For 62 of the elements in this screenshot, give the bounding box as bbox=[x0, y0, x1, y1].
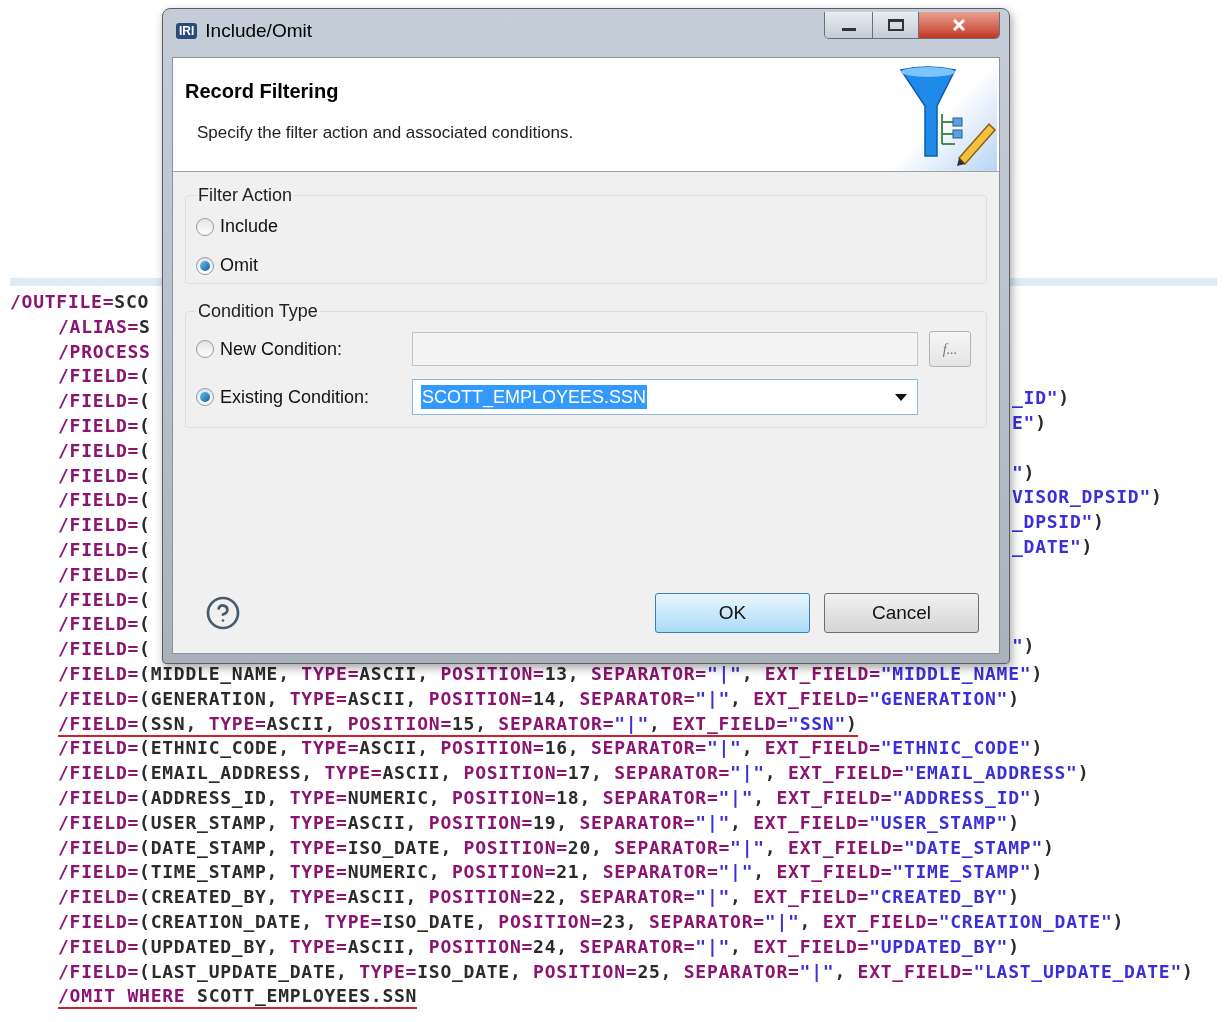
code-line: /FIELD=( bbox=[58, 563, 151, 587]
code-line: /FIELD=( bbox=[58, 390, 151, 414]
code-line: /FIELD=(EMAIL_ADDRESS, TYPE=ASCII, POSITION=17, SEPARATOR="|", EXT_FIELD="EMAIL_ADDRESS") bbox=[58, 762, 1090, 786]
radio-button[interactable] bbox=[196, 340, 214, 358]
code-line: /FIELD=( bbox=[58, 365, 151, 389]
code-line: /FIELD=( bbox=[58, 514, 151, 538]
condition-input-field[interactable] bbox=[412, 332, 918, 366]
code-line: /FIELD=( bbox=[58, 489, 151, 513]
radio-button[interactable] bbox=[196, 388, 214, 406]
code-line: /FIELD=(TIME_STAMP, TYPE=NUMERIC, POSITION=21, SEPARATOR="|", EXT_FIELD="TIME_STAMP") bbox=[58, 861, 1043, 885]
help-icon[interactable] bbox=[205, 595, 241, 631]
code-line: /OMIT WHERE SCOTT_EMPLOYEES.SSN bbox=[58, 985, 418, 1010]
code-line: /FIELD=( bbox=[58, 464, 151, 488]
radio-button[interactable] bbox=[196, 256, 214, 275]
code-line: ") bbox=[1012, 635, 1037, 658]
code-line: /FIELD=(ETHNIC_CODE, TYPE=ASCII, POSITION=16, SEPARATOR="|", EXT_FIELD="ETHNIC_CODE") bbox=[58, 737, 1043, 761]
code-line: /FIELD=( bbox=[58, 613, 151, 637]
code-line: /PROCESS bbox=[58, 340, 151, 364]
group-label: Filter Action bbox=[197, 184, 294, 207]
code-line: /FIELD=(CREATION_DATE, TYPE=ISO_DATE, POSITION=23, SEPARATOR="|", EXT_FIELD="CREATION_DATE") bbox=[58, 910, 1125, 934]
code-line: /FIELD=(MIDDLE_NAME, TYPE=ASCII, POSITION=13, SEPARATOR="|", EXT_FIELD="MIDDLE_NAME") bbox=[58, 662, 1043, 686]
radio-label: Omit bbox=[220, 254, 258, 277]
maximize-button[interactable] bbox=[873, 12, 919, 38]
code-line: /FIELD=(GENERATION, TYPE=ASCII, POSITION=14, SEPARATOR="|", EXT_FIELD="GENERATION") bbox=[58, 687, 1020, 711]
dropdown-caret-icon bbox=[895, 393, 907, 401]
code-line: _DPSID") bbox=[1012, 511, 1106, 534]
group-label: Condition Type bbox=[197, 300, 319, 323]
code-line: VISOR_DPSID") bbox=[1012, 486, 1164, 509]
radio-label: Existing Condition: bbox=[220, 385, 370, 409]
code-line: /FIELD=(USER_STAMP, TYPE=ASCII, POSITION=19, SEPARATOR="|", EXT_FIELD="USER_STAMP") bbox=[58, 811, 1020, 835]
maximize-icon bbox=[887, 19, 904, 31]
dialog-button[interactable]: OK bbox=[655, 593, 810, 633]
code-line: /FIELD=(SSN, TYPE=ASCII, POSITION=15, SEPARATOR="|", EXT_FIELD="SSN") bbox=[58, 712, 858, 737]
radio-label: New Condition: bbox=[220, 337, 343, 361]
radio-button[interactable] bbox=[196, 217, 214, 236]
close-button[interactable] bbox=[919, 12, 999, 38]
close-icon bbox=[952, 19, 966, 31]
code-line: ") bbox=[1012, 461, 1037, 484]
function-button[interactable]: f... bbox=[929, 331, 971, 367]
code-line: E") bbox=[1012, 412, 1048, 434]
code-line: /FIELD=( bbox=[58, 638, 151, 662]
code-line: /FIELD=( bbox=[58, 588, 151, 612]
code-line: /FIELD=(LAST_UPDATE_DATE, TYPE=ISO_DATE, POSITION=25, SEPARATOR="|", EXT_FIELD="LAST_UPDATE_DATE") bbox=[58, 960, 1194, 984]
code-line: /FIELD=( bbox=[58, 538, 151, 562]
header-description: Specify the filter action and associated conditions. bbox=[196, 122, 574, 144]
header-title: Record Filtering bbox=[185, 79, 340, 104]
window-title: Include/Omit bbox=[205, 18, 312, 43]
minimize-button[interactable] bbox=[825, 12, 873, 38]
code-line: /FIELD=(UPDATED_BY, TYPE=ASCII, POSITION=24, SEPARATOR="|", EXT_FIELD="UPDATED_BY") bbox=[58, 935, 1020, 959]
code-line: /ALIAS=S bbox=[58, 315, 151, 339]
code-line: /FIELD=(CREATED_BY, TYPE=ASCII, POSITION=22, SEPARATOR="|", EXT_FIELD="CREATED_BY") bbox=[58, 886, 1020, 910]
code-line: _ID") bbox=[1012, 387, 1071, 410]
code-line: _DATE") bbox=[1012, 535, 1095, 558]
dialog-button[interactable]: Cancel bbox=[824, 593, 979, 633]
code-line: /FIELD=(ADDRESS_ID, TYPE=NUMERIC, POSITION=18, SEPARATOR="|", EXT_FIELD="ADDRESS_ID") bbox=[58, 786, 1043, 810]
code-line: /FIELD=( bbox=[58, 439, 151, 463]
code-line: /OUTFILE=SCO bbox=[10, 291, 150, 314]
radio-label: Include bbox=[220, 215, 279, 238]
minimize-icon bbox=[841, 27, 856, 31]
app-logo: IRI bbox=[176, 23, 198, 39]
code-line: /FIELD=( bbox=[58, 415, 151, 438]
code-line: /FIELD=(DATE_STAMP, TYPE=ISO_DATE, POSITION=20, SEPARATOR="|", EXT_FIELD="DATE_STAMP") bbox=[58, 836, 1055, 860]
